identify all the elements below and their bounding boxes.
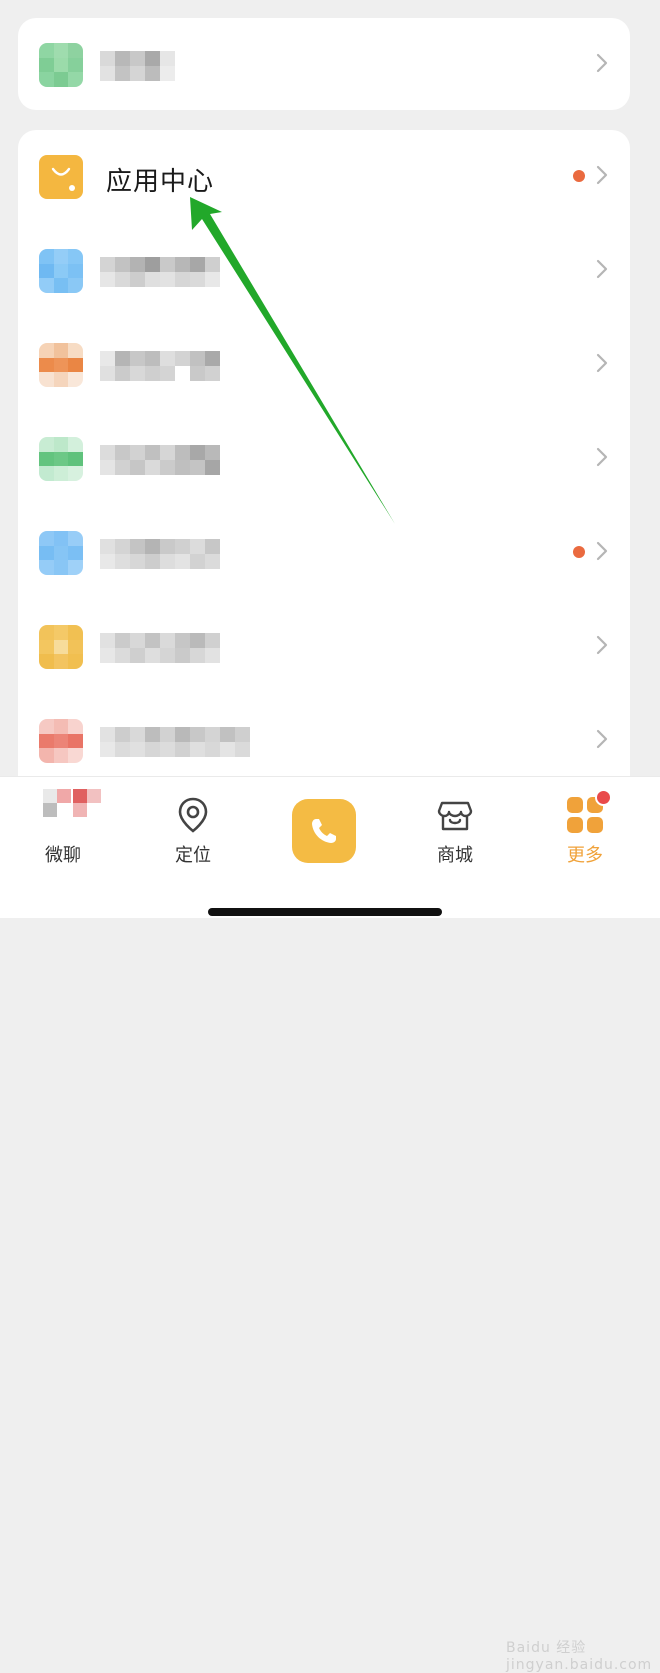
tab-label: 微聊 (45, 845, 81, 866)
bottom-tab-bar: 微聊 定位 商城 更多 Baidu 经验 jingyan.baidu.com (0, 776, 660, 1673)
blurred-app-icon (39, 719, 83, 763)
list-item[interactable] (18, 694, 630, 788)
blurred-label (100, 445, 220, 475)
tab-store[interactable]: 商城 (400, 795, 510, 867)
watermark: Baidu 经验 jingyan.baidu.com (506, 1640, 653, 1673)
blurred-app-icon (39, 437, 83, 481)
chevron-right-icon (596, 635, 608, 655)
blurred-label (100, 351, 220, 381)
list-item[interactable] (18, 600, 630, 694)
tab-label: 商城 (437, 845, 473, 866)
chevron-right-icon (596, 447, 608, 467)
location-pin-icon (178, 797, 208, 833)
tab-more[interactable]: 更多 (530, 789, 640, 867)
shopping-bag-icon (39, 155, 83, 199)
notification-dot (573, 170, 585, 182)
chevron-right-icon (596, 165, 608, 185)
more-grid-icon (565, 789, 612, 835)
notification-dot (595, 789, 612, 806)
tab-label: 定位 (175, 845, 211, 866)
chevron-right-icon (596, 259, 608, 279)
list-item[interactable] (18, 224, 630, 318)
blurred-label (100, 539, 220, 569)
menu-card: 应用中心 (18, 130, 630, 830)
blurred-app-icon (39, 43, 83, 87)
top-card (18, 18, 630, 110)
notification-dot (573, 546, 585, 558)
home-indicator (208, 908, 442, 916)
blurred-app-icon (39, 249, 83, 293)
list-item[interactable] (18, 318, 630, 412)
blurred-label (100, 51, 230, 81)
blurred-app-icon (39, 531, 83, 575)
blurred-label (100, 633, 220, 663)
menu-item-label: 应用中心 (106, 167, 215, 197)
chat-icon (43, 789, 101, 835)
store-icon (437, 801, 473, 831)
blurred-app-icon (39, 625, 83, 669)
blurred-label (100, 257, 220, 287)
phone-icon (312, 819, 336, 843)
list-item[interactable] (18, 412, 630, 506)
tab-location[interactable]: 定位 (138, 795, 248, 867)
chevron-right-icon (596, 729, 608, 749)
chevron-right-icon (596, 53, 608, 73)
call-button[interactable] (292, 799, 356, 863)
blurred-label (100, 727, 250, 757)
menu-item-app-center[interactable]: 应用中心 (18, 130, 630, 224)
chevron-right-icon (596, 353, 608, 373)
tab-chat[interactable]: 微聊 (8, 789, 118, 867)
list-item[interactable] (18, 506, 630, 600)
tab-label: 更多 (567, 845, 603, 866)
chevron-right-icon (596, 541, 608, 561)
list-item[interactable] (18, 18, 630, 112)
blurred-app-icon (39, 343, 83, 387)
